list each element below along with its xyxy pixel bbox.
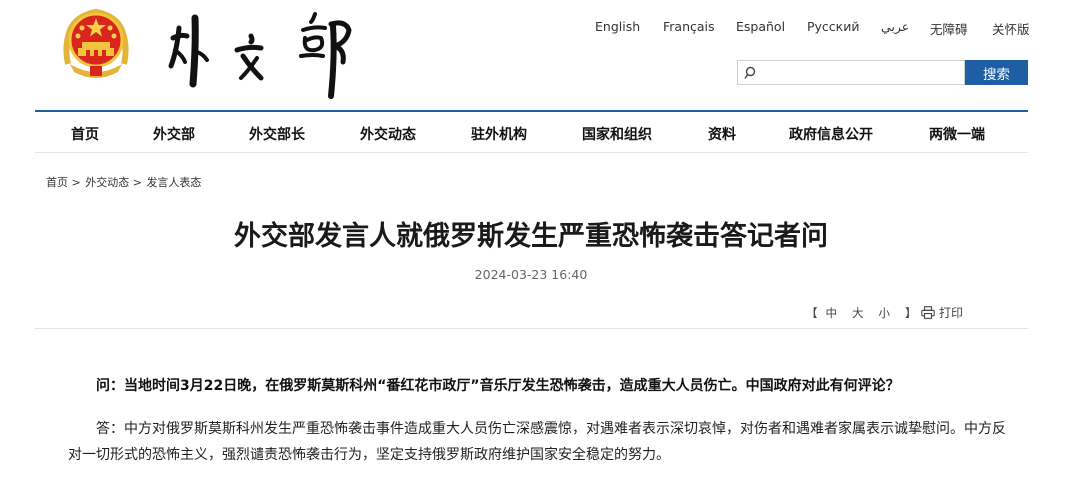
lang-english-link[interactable]: English: [595, 19, 640, 34]
national-emblem-logo[interactable]: [60, 6, 132, 82]
article-title: 外交部发言人就俄罗斯发生严重恐怖袭击答记者问: [234, 221, 828, 252]
ministry-calligraphy-logo[interactable]: [165, 6, 365, 101]
language-bar: English Français Español Русский عربي 无障…: [560, 19, 1050, 37]
search-box: [737, 60, 965, 85]
accessibility-link[interactable]: 无障碍: [930, 19, 968, 38]
search-input[interactable]: [762, 63, 960, 82]
print-button[interactable]: 打印: [921, 304, 963, 321]
breadcrumb-separator: >: [132, 176, 142, 189]
article-question: 问：当地时间3月22日晚，在俄罗斯莫斯科州“番红花市政厅”音乐厅发生恐怖袭击，造…: [96, 378, 900, 394]
article-date: 2024-03-23 16:40: [474, 267, 588, 282]
lang-french-link[interactable]: Français: [663, 19, 715, 34]
nav-item-countries-organizations[interactable]: 国家和组织: [582, 124, 652, 144]
font-size-large-button[interactable]: 大: [852, 306, 864, 320]
font-size-bracket-close: 】: [905, 306, 917, 320]
nav-item-ministry[interactable]: 外交部: [153, 124, 195, 144]
article-divider: [35, 328, 1028, 329]
font-size-small-button[interactable]: 小: [879, 306, 891, 320]
lang-spanish-link[interactable]: Español: [736, 19, 785, 34]
breadcrumb-separator: >: [71, 176, 81, 189]
nav-item-resources[interactable]: 资料: [708, 124, 736, 144]
breadcrumb-spokesperson[interactable]: 发言人表态: [146, 176, 201, 189]
nav-item-home[interactable]: 首页: [71, 124, 99, 144]
print-label: 打印: [939, 306, 964, 320]
article-answer: 答：中方对俄罗斯莫斯科州发生严重恐怖袭击事件造成重大人员伤亡深感震惊，对遇难者表…: [68, 421, 1006, 463]
lang-russian-link[interactable]: Русский: [807, 19, 859, 34]
breadcrumb: 首页 > 外交动态 > 发言人表态: [46, 174, 201, 190]
font-size-bracket-open: 【: [806, 306, 818, 320]
nav-top-border: [35, 110, 1028, 112]
search-button[interactable]: 搜索: [965, 60, 1028, 85]
nav-bottom-border: [35, 152, 1028, 153]
font-size-medium-button[interactable]: 中: [826, 306, 838, 320]
search-icon: [744, 66, 756, 79]
breadcrumb-home[interactable]: 首页: [46, 176, 68, 189]
nav-item-missions-abroad[interactable]: 驻外机构: [471, 124, 527, 144]
lang-arabic-link[interactable]: عربي: [881, 19, 909, 34]
nav-item-social-media[interactable]: 两微一端: [929, 124, 985, 144]
nav-item-diplomatic-news[interactable]: 外交动态: [360, 124, 416, 144]
breadcrumb-diplomatic-news[interactable]: 外交动态: [85, 176, 129, 189]
font-size-selector: 【中大 小】: [806, 305, 917, 321]
nav-item-minister[interactable]: 外交部长: [249, 124, 305, 144]
elderly-care-mode-link[interactable]: 关怀版: [992, 19, 1030, 38]
nav-item-government-information[interactable]: 政府信息公开: [789, 124, 873, 144]
printer-icon: [921, 306, 935, 319]
